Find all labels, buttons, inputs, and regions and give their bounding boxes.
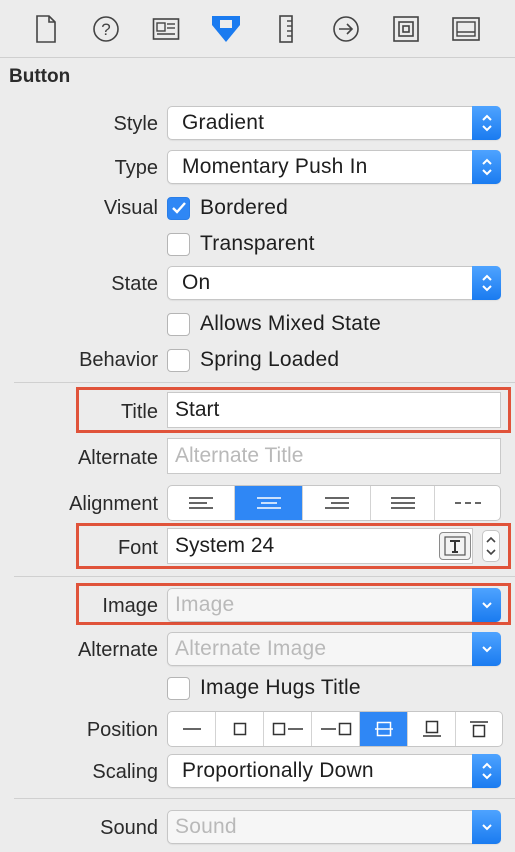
type-popup[interactable]: Momentary Push In <box>167 150 501 184</box>
font-label: Font <box>117 537 158 559</box>
image-left-icon[interactable] <box>264 712 312 746</box>
alignment-label: Alignment <box>69 493 158 515</box>
divider <box>14 382 515 383</box>
identity-inspector-icon[interactable] <box>146 10 186 48</box>
file-inspector-icon[interactable] <box>26 10 66 48</box>
bindings-inspector-icon[interactable] <box>386 10 426 48</box>
attributes-inspector-icon[interactable] <box>206 10 246 48</box>
popup-stepper-icon <box>472 266 501 300</box>
svg-text:?: ? <box>101 20 110 39</box>
transparent-checkbox-row[interactable]: Transparent <box>167 232 315 256</box>
alternate-image-combobox[interactable]: Alternate Image <box>167 632 501 666</box>
image-placeholder: Image <box>175 593 235 616</box>
allows-mixed-state-checkbox[interactable] <box>167 312 190 336</box>
help-inspector-icon[interactable]: ? <box>86 10 126 48</box>
style-value: Gradient <box>182 111 265 134</box>
state-popup[interactable]: On <box>167 266 501 300</box>
image-hugs-title-checkbox[interactable] <box>167 676 190 700</box>
behavior-label: Behavior <box>79 349 158 371</box>
transparent-label: Transparent <box>200 232 315 255</box>
position-segmented-control <box>167 711 503 747</box>
spring-loaded-row[interactable]: Spring Loaded <box>167 348 339 372</box>
font-value: System 24 <box>175 534 275 557</box>
alternate-title-placeholder: Alternate Title <box>175 444 304 467</box>
align-justified-icon[interactable] <box>371 486 435 520</box>
divider <box>14 798 515 799</box>
sound-combobox[interactable]: Sound <box>167 810 501 844</box>
allows-mixed-state-row[interactable]: Allows Mixed State <box>167 312 381 336</box>
popup-stepper-icon <box>472 150 501 184</box>
image-below-icon[interactable] <box>408 712 456 746</box>
scaling-popup[interactable]: Proportionally Down <box>167 754 501 788</box>
image-hugs-title-row[interactable]: Image Hugs Title <box>167 676 361 700</box>
type-label: Type <box>114 157 158 179</box>
align-right-icon[interactable] <box>303 486 371 520</box>
spring-loaded-checkbox[interactable] <box>167 348 190 372</box>
divider <box>14 576 515 577</box>
image-overlaps-icon[interactable] <box>360 712 408 746</box>
image-above-icon[interactable] <box>456 712 502 746</box>
state-value: On <box>182 271 211 294</box>
align-left-icon[interactable] <box>168 486 235 520</box>
scaling-label: Scaling <box>92 761 158 783</box>
view-effects-inspector-icon[interactable] <box>446 10 486 48</box>
connections-inspector-icon[interactable] <box>326 10 366 48</box>
chevron-down-icon <box>472 632 501 666</box>
style-popup[interactable]: Gradient <box>167 106 501 140</box>
alignment-segmented-control <box>167 485 501 521</box>
image-only-icon[interactable] <box>216 712 264 746</box>
scaling-value: Proportionally Down <box>182 759 374 782</box>
alternate-title-field[interactable]: Alternate Title <box>167 438 501 474</box>
spring-loaded-label: Spring Loaded <box>200 348 340 371</box>
align-natural-icon[interactable] <box>435 486 500 520</box>
size-inspector-icon[interactable] <box>266 10 306 48</box>
bordered-checkbox[interactable] <box>167 196 190 220</box>
state-label: State <box>111 273 158 295</box>
font-field[interactable]: System 24 <box>167 528 473 564</box>
allows-mixed-state-label: Allows Mixed State <box>200 312 382 335</box>
position-label: Position <box>86 719 158 741</box>
sound-placeholder: Sound <box>175 815 237 838</box>
transparent-checkbox[interactable] <box>167 232 190 256</box>
image-label: Image <box>102 595 158 617</box>
alternate-image-label: Alternate <box>77 639 158 661</box>
popup-stepper-icon <box>472 754 501 788</box>
image-right-icon[interactable] <box>312 712 360 746</box>
chevron-down-icon <box>472 810 501 844</box>
bordered-label: Bordered <box>200 196 288 219</box>
title-label: Title <box>120 401 158 423</box>
font-picker-icon[interactable] <box>439 532 471 560</box>
type-value: Momentary Push In <box>182 155 368 178</box>
style-label: Style <box>113 113 158 135</box>
image-hugs-title-label: Image Hugs Title <box>200 676 361 699</box>
section-title: Button <box>9 66 71 87</box>
chevron-down-icon <box>472 588 501 622</box>
title-field[interactable]: Start <box>167 392 501 428</box>
sound-label: Sound <box>100 817 158 839</box>
alternate-image-placeholder: Alternate Image <box>175 637 327 660</box>
image-combobox[interactable]: Image <box>167 588 501 622</box>
inspector-toolbar: ? <box>0 0 515 58</box>
font-size-stepper[interactable] <box>482 530 500 562</box>
alternate-title-label: Alternate <box>77 447 158 469</box>
no-image-icon[interactable] <box>168 712 216 746</box>
visual-label: Visual <box>103 197 158 219</box>
bordered-checkbox-row[interactable]: Bordered <box>167 196 288 220</box>
title-value: Start <box>175 398 220 421</box>
popup-stepper-icon <box>472 106 501 140</box>
align-center-icon[interactable] <box>235 486 303 520</box>
